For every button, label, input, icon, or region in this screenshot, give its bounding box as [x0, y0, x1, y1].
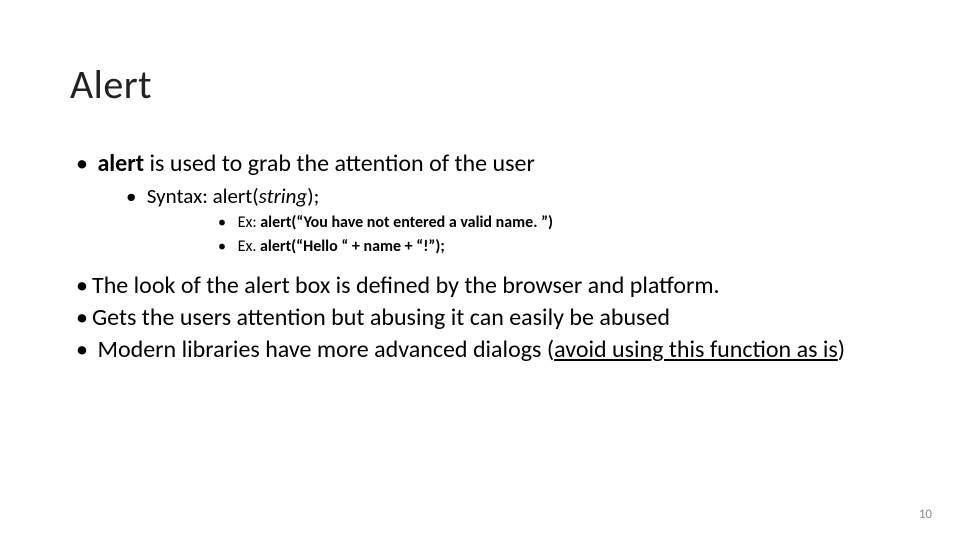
bullet-attention: Gets the users attention but abusing it … — [70, 303, 890, 333]
bullet-list: alert is used to grab the attention of t… — [70, 149, 890, 257]
sub-list: Syntax: alert(string); Ex: alert(“You ha… — [120, 183, 890, 257]
syntax-post: ); — [307, 183, 319, 209]
page-number: 10 — [919, 507, 932, 522]
bullet-example-1: Ex: alert(“You have not entered a valid … — [212, 212, 890, 234]
bullet-look: The look of the alert box is defined by … — [70, 271, 890, 301]
bullet-alert-intro: alert is used to grab the attention of t… — [70, 149, 890, 257]
slide: Alert alert is used to grab the attentio… — [0, 0, 960, 540]
slide-title: Alert — [70, 60, 890, 109]
ex2-pre: Ex. — [238, 237, 260, 256]
syntax-param: string — [259, 183, 308, 209]
bullet-example-2: Ex. alert(“Hello “ + name + “!”); — [212, 236, 890, 258]
bullet-text: is used to grab the attention of the use… — [144, 149, 535, 178]
bullet-list-cont: The look of the alert box is defined by … — [70, 271, 890, 365]
modern-post: ) — [838, 335, 845, 364]
example-list: Ex: alert(“You have not entered a valid … — [212, 212, 890, 257]
bullet-modern: Modern libraries have more advanced dial… — [70, 335, 890, 365]
ex2-code: alert(“Hello “ + name + “!”); — [260, 237, 445, 256]
ex1-code: alert(“You have not entered a valid name… — [260, 213, 553, 232]
modern-underline: avoid using this function as is — [554, 335, 838, 364]
modern-pre: Modern libraries have more advanced dial… — [97, 335, 554, 364]
syntax-pre: Syntax: alert( — [147, 183, 259, 209]
bullet-bold: alert — [97, 149, 144, 178]
spacer — [70, 259, 890, 271]
bullet-syntax: Syntax: alert(string); Ex: alert(“You ha… — [120, 183, 890, 257]
ex1-pre: Ex: — [238, 213, 261, 232]
